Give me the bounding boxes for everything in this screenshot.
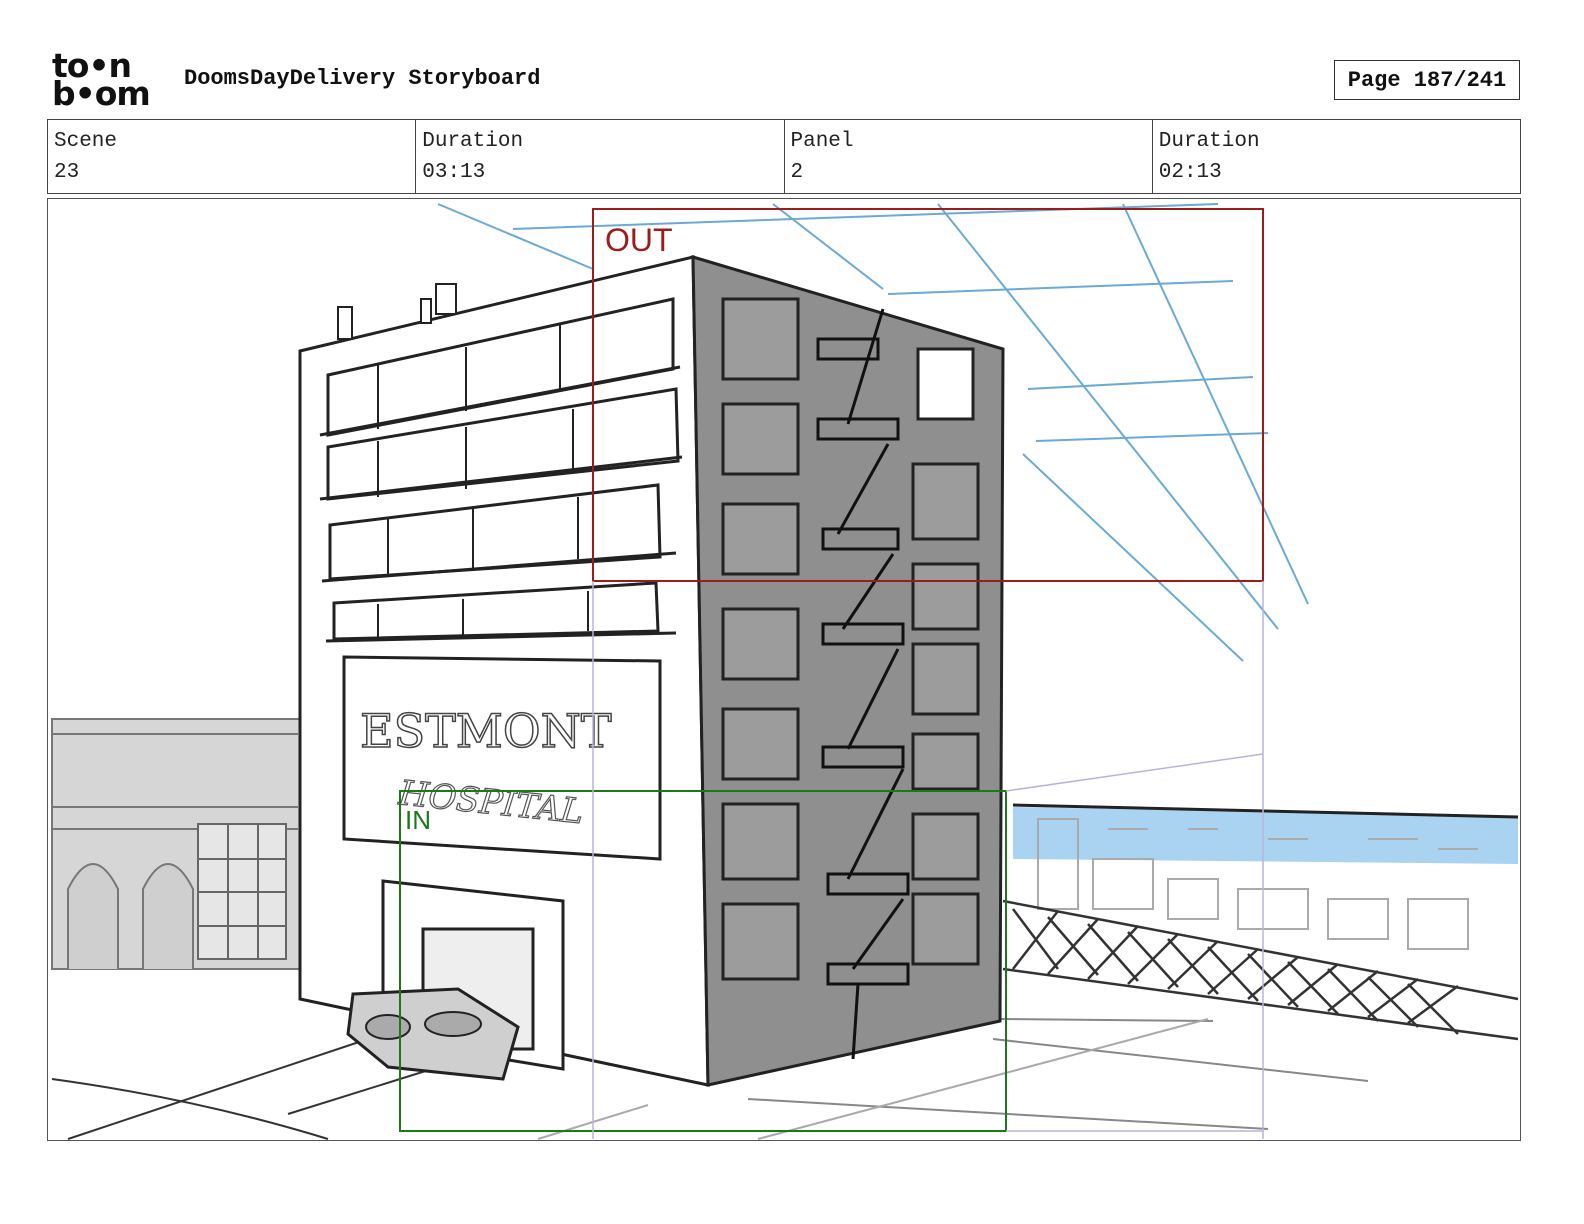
- scene-duration-value: 03:13: [422, 161, 486, 184]
- frame-out-label: OUT: [605, 222, 673, 258]
- toonboom-logo: to•n b•om: [52, 49, 164, 113]
- left-wall: [51, 718, 303, 970]
- scene-duration-cell: Duration 03:13: [416, 120, 785, 193]
- panel-cell: Panel 2: [785, 120, 1153, 193]
- scene-value: 23: [54, 161, 80, 184]
- panel-duration-value: 02:13: [1158, 161, 1222, 184]
- panel-sketch: ESTMONT HOSPITAL OUT IN: [51, 203, 1519, 1140]
- panel-duration-label: Duration: [1158, 130, 1260, 153]
- panel-duration-cell: Duration 02:13: [1153, 120, 1520, 193]
- panel-value: 2: [790, 161, 804, 184]
- storyboard-panel: ESTMONT HOSPITAL OUT IN: [47, 198, 1521, 1141]
- panel-label: Panel: [790, 130, 854, 153]
- scene-label: Scene: [54, 130, 118, 153]
- scene-duration-label: Duration: [422, 130, 524, 153]
- building-side: [691, 254, 1005, 1087]
- logo-line-2: b•om: [52, 74, 151, 113]
- frame-in-label: IN: [405, 805, 431, 835]
- scene-info-table: Scene 23 Duration 03:13 Panel 2 Duration…: [47, 119, 1521, 194]
- scene-cell: Scene 23: [48, 120, 417, 193]
- sign-text-main: ESTMONT: [360, 704, 612, 758]
- page-number: Page 187/241: [1334, 60, 1520, 100]
- storyboard-title: DoomsDayDelivery Storyboard: [184, 66, 541, 91]
- chain-link-fence: [1002, 899, 1519, 1041]
- hospital-building: ESTMONT HOSPITAL: [298, 255, 710, 1087]
